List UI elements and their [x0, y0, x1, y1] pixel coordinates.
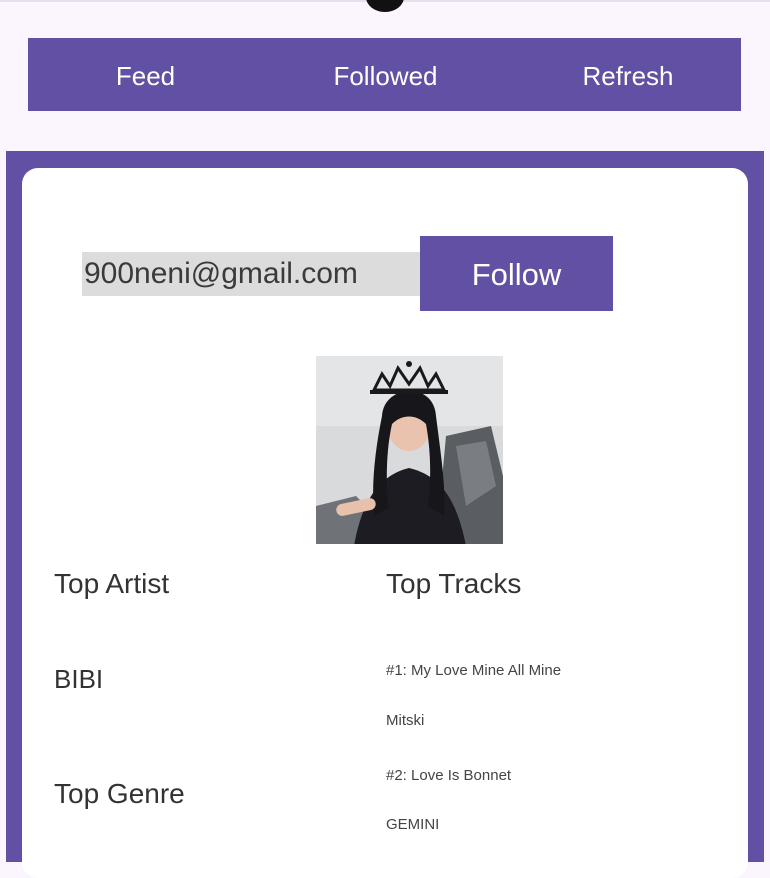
- top-genre-label: Top Genre: [54, 778, 185, 809]
- top-artist-label: Top Artist: [54, 568, 170, 599]
- top-tracks-label: Top Tracks: [386, 568, 522, 599]
- nav-bar: Feed Followed Refresh: [28, 38, 741, 111]
- email-field[interactable]: [82, 252, 420, 296]
- track-1-artist: Mitski: [386, 712, 425, 729]
- refresh-button[interactable]: Refresh: [553, 38, 703, 111]
- follow-button[interactable]: Follow: [420, 236, 613, 311]
- track-2-artist: GEMINI: [386, 816, 440, 833]
- camera-cutout: [366, 0, 404, 12]
- top-artist-value: BIBI: [54, 664, 104, 694]
- track-1-title: #1: My Love Mine All Mine: [386, 662, 562, 679]
- profile-image: [316, 356, 503, 544]
- feed-button[interactable]: Feed: [68, 38, 223, 111]
- followed-button[interactable]: Followed: [298, 38, 473, 111]
- profile-photo-graphic: [316, 356, 503, 544]
- track-2-title: #2: Love Is Bonnet: [386, 767, 512, 784]
